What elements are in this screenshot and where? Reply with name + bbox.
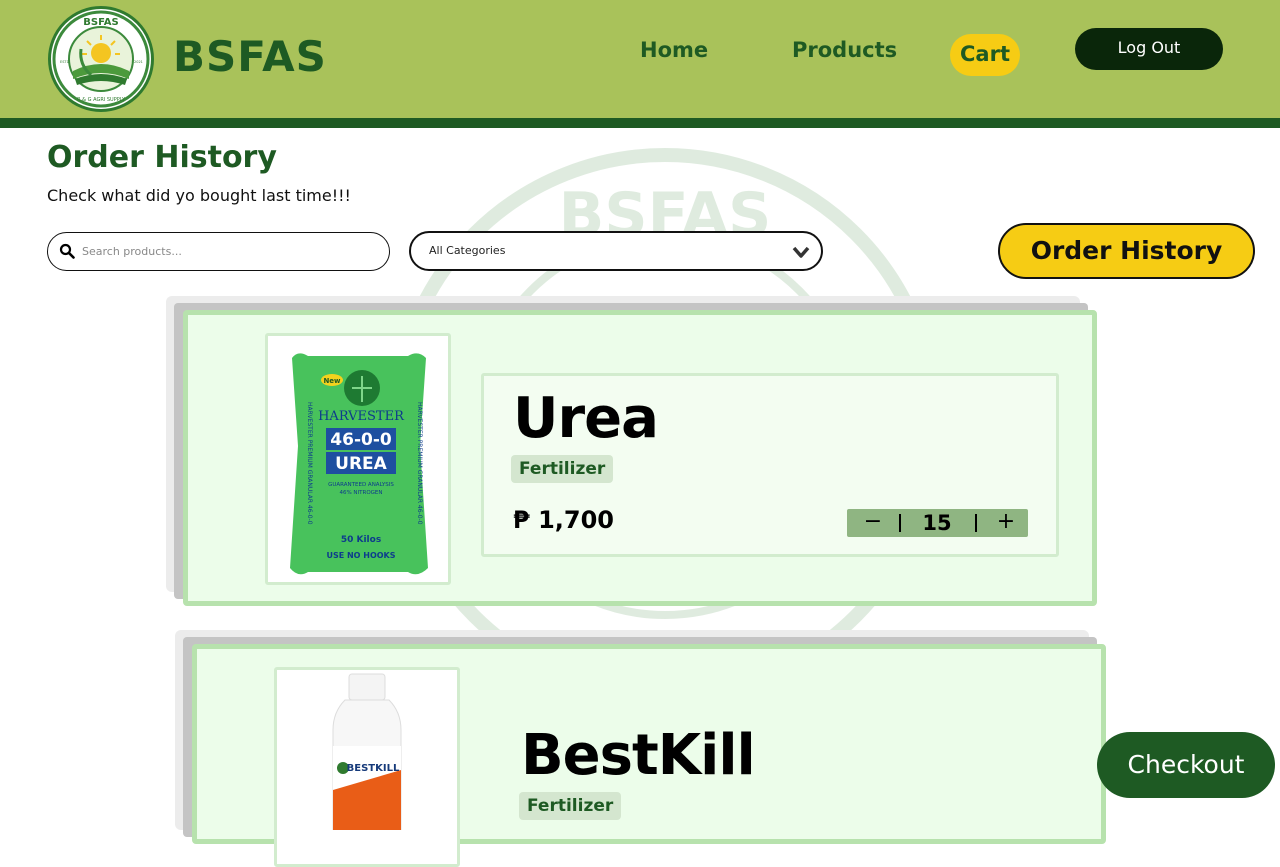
page-subtitle: Check what did yo bought last time!!! [47, 186, 351, 205]
svg-text:HARVESTER: HARVESTER [318, 409, 405, 424]
svg-text:46-0-0: 46-0-0 [330, 430, 392, 450]
category-select[interactable]: All Categories [409, 231, 823, 271]
nav-cart-link[interactable]: Cart [950, 34, 1020, 76]
brand-logo[interactable]: BSFAS R & G AGRI SUPPLY ESTD 2021 [48, 6, 154, 112]
svg-text:R & G AGRI SUPPLY: R & G AGRI SUPPLY [77, 97, 126, 103]
svg-text:BESTKILL: BESTKILL [347, 763, 400, 774]
nav-home-link[interactable]: Home [640, 38, 708, 62]
svg-text:GUARANTEED ANALYSIS: GUARANTEED ANALYSIS [328, 482, 394, 488]
urea-bag-image: New HARVESTER 46-0-0 UREA GUARANTEED ANA… [290, 353, 428, 575]
logo-emblem-icon: BSFAS R & G AGRI SUPPLY ESTD 2021 [52, 10, 150, 108]
product-category-badge: Fertilizer [511, 455, 614, 483]
product-price: ₱ 1,700 [513, 506, 614, 534]
product-name: Urea [513, 386, 659, 451]
product-image: BESTKILL [274, 667, 460, 867]
page-title: Order History [47, 140, 277, 175]
nav-products-link[interactable]: Products [792, 38, 897, 62]
quantity-value: 15 [922, 511, 952, 535]
svg-text:New: New [323, 377, 341, 385]
logout-button[interactable]: Log Out [1075, 28, 1223, 70]
top-header: BSFAS R & G AGRI SUPPLY ESTD 2021 BSFAS … [0, 0, 1280, 118]
order-history-button[interactable]: Order History [998, 223, 1255, 279]
header-divider [0, 118, 1280, 128]
decrease-quantity-button[interactable]: − [855, 510, 891, 536]
product-image: New HARVESTER 46-0-0 UREA GUARANTEED ANA… [265, 333, 451, 585]
stepper-divider [899, 514, 901, 532]
svg-text:HARVESTER PREMIUM GRANULAR 46-: HARVESTER PREMIUM GRANULAR 46-0-0 [416, 402, 423, 525]
search-box[interactable] [47, 232, 390, 271]
quantity-stepper: − 15 + [847, 509, 1028, 537]
order-card: BESTKILL BestKill Fertilizer [192, 644, 1106, 867]
product-name: BestKill [521, 723, 756, 788]
bestkill-bottle-image: BESTKILL [332, 673, 402, 831]
svg-text:46% NITROGEN: 46% NITROGEN [339, 490, 382, 496]
svg-text:50 Kilos: 50 Kilos [341, 535, 381, 545]
svg-text:2021: 2021 [134, 60, 143, 64]
search-icon [59, 243, 75, 259]
svg-text:USE NO HOOKS: USE NO HOOKS [326, 551, 395, 560]
category-selected-value: All Categories [429, 244, 506, 257]
checkout-button[interactable]: Checkout [1097, 732, 1275, 798]
order-card: New HARVESTER 46-0-0 UREA GUARANTEED ANA… [183, 310, 1097, 606]
svg-text:ESTD: ESTD [60, 60, 70, 64]
brand-name[interactable]: BSFAS [173, 32, 327, 81]
svg-text:UREA: UREA [335, 454, 388, 474]
search-input[interactable] [82, 240, 372, 262]
svg-text:HARVESTER PREMIUM GRANULAR 46-: HARVESTER PREMIUM GRANULAR 46-0-0 [306, 402, 313, 525]
price-value: 1,700 [538, 506, 614, 534]
svg-text:BSFAS: BSFAS [83, 17, 118, 28]
order-info-panel: Urea Fertilizer ₱ 1,700 − 15 + [481, 373, 1059, 557]
increase-quantity-button[interactable]: + [988, 510, 1024, 536]
product-category-badge: Fertilizer [519, 792, 622, 820]
chevron-down-icon [792, 246, 810, 258]
currency-symbol: ₱ [513, 506, 530, 534]
stepper-divider [975, 514, 977, 532]
